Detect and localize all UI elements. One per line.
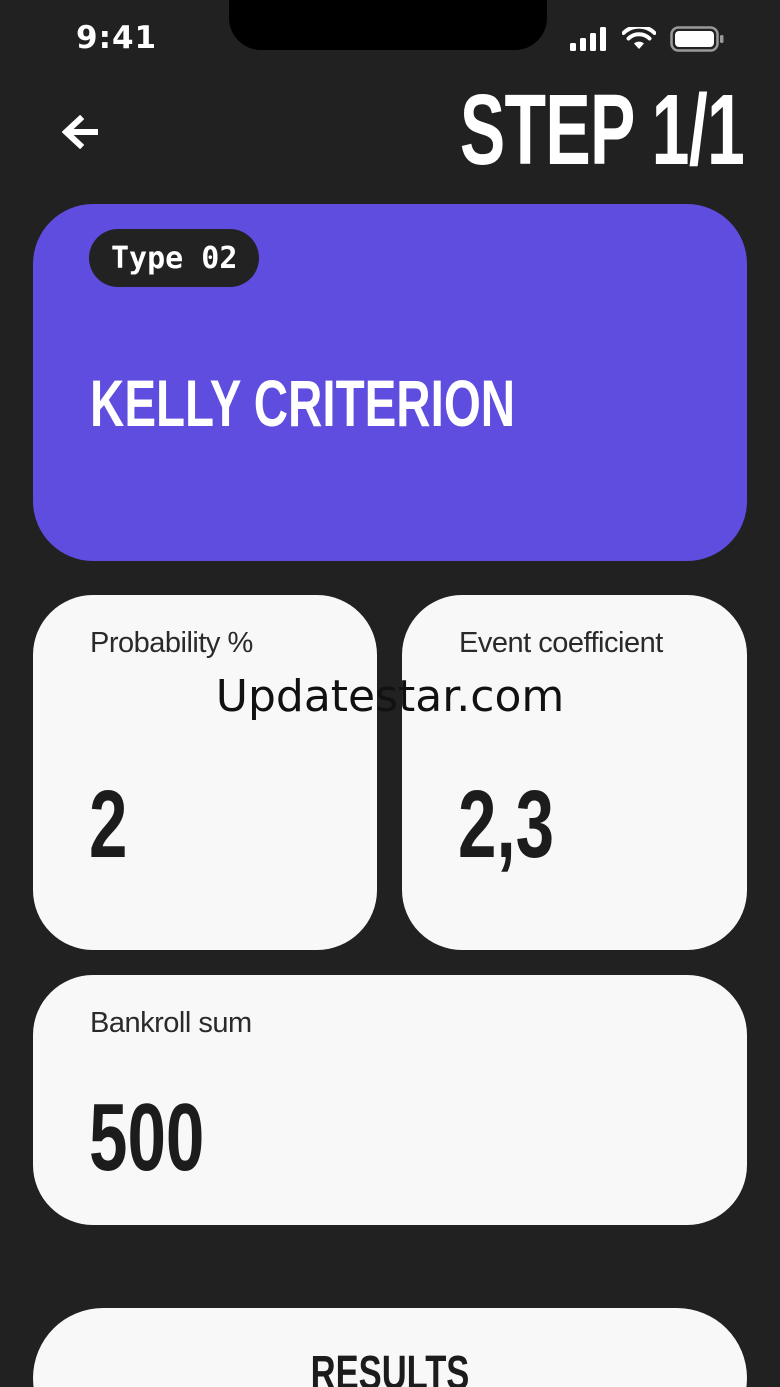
- status-icons: [570, 24, 724, 54]
- method-card: Type 02 KELLY CRITERION: [33, 204, 747, 561]
- step-title: STEP 1/1: [459, 74, 745, 186]
- probability-label: Probability %: [90, 627, 253, 659]
- probability-field[interactable]: Probability % 2: [33, 595, 377, 950]
- bankroll-field[interactable]: Bankroll sum 500: [33, 975, 747, 1225]
- event-coefficient-field[interactable]: Event coefficient 2,3: [402, 595, 747, 950]
- status-time: 9:41: [76, 20, 158, 56]
- type-badge: Type 02: [89, 229, 260, 287]
- event-coefficient-label: Event coefficient: [459, 627, 663, 659]
- wifi-icon: [622, 27, 656, 51]
- results-button[interactable]: RESULTS: [33, 1308, 747, 1387]
- notch: [229, 0, 547, 50]
- back-button[interactable]: [56, 110, 104, 158]
- battery-icon: [670, 26, 724, 52]
- results-button-label: RESULTS: [310, 1347, 470, 1387]
- event-coefficient-value[interactable]: 2,3: [458, 777, 554, 873]
- method-title: KELLY CRITERION: [90, 366, 516, 440]
- arrow-left-icon: [61, 114, 99, 154]
- bankroll-label: Bankroll sum: [90, 1007, 252, 1039]
- bankroll-value[interactable]: 500: [89, 1090, 204, 1186]
- cellular-signal-icon: [570, 27, 608, 51]
- status-bar: 9:41: [0, 0, 780, 80]
- probability-value[interactable]: 2: [89, 777, 127, 873]
